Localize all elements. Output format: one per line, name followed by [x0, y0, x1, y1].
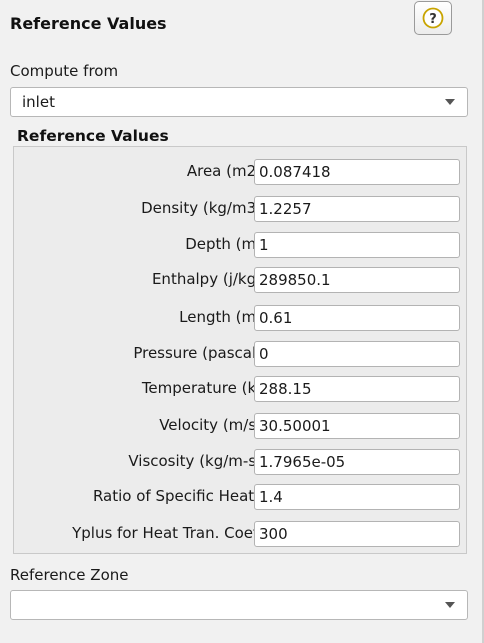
pressure-input[interactable]: [254, 341, 460, 367]
row-ratio-of-specific-heats: Ratio of Specific Heats: [14, 484, 468, 510]
length-label: Length (m): [179, 308, 262, 326]
depth-input[interactable]: [254, 232, 460, 258]
temperature-label: Temperature (k): [141, 379, 262, 397]
ratio-of-specific-heats-label: Ratio of Specific Heats: [92, 487, 262, 505]
row-velocity: Velocity (m/s): [14, 413, 468, 439]
chevron-down-icon: [445, 99, 455, 105]
yplus-label: Yplus for Heat Tran. Coef.: [72, 524, 262, 542]
density-input[interactable]: [254, 196, 460, 222]
length-input[interactable]: [254, 305, 460, 331]
enthalpy-label: Enthalpy (j/kg): [151, 270, 262, 288]
row-depth: Depth (m): [14, 232, 468, 258]
area-input[interactable]: [254, 159, 460, 185]
panel-title: Reference Values: [10, 14, 167, 33]
row-length: Length (m): [14, 305, 468, 331]
compute-from-dropdown[interactable]: inlet: [10, 87, 468, 117]
velocity-label: Velocity (m/s): [159, 416, 262, 434]
row-density: Density (kg/m3): [14, 196, 468, 222]
compute-from-label: Compute from: [10, 62, 119, 80]
row-temperature: Temperature (k): [14, 376, 468, 402]
row-enthalpy: Enthalpy (j/kg): [14, 267, 468, 293]
reference-zone-dropdown[interactable]: [10, 590, 468, 620]
depth-label: Depth (m): [185, 235, 262, 253]
compute-from-value: inlet: [22, 93, 55, 111]
help-button[interactable]: ?: [414, 1, 452, 35]
panel-header: Reference Values ?: [10, 0, 470, 44]
row-yplus: Yplus for Heat Tran. Coef.: [14, 521, 468, 547]
help-icon: ?: [422, 7, 444, 29]
viscosity-label: Viscosity (kg/m-s): [128, 452, 262, 470]
reference-values-group-title: Reference Values: [17, 127, 169, 145]
svg-text:?: ?: [429, 12, 437, 27]
reference-zone-label: Reference Zone: [10, 566, 129, 584]
velocity-input[interactable]: [254, 413, 460, 439]
row-area: Area (m2): [14, 159, 468, 185]
row-viscosity: Viscosity (kg/m-s): [14, 449, 468, 475]
temperature-input[interactable]: [254, 376, 460, 402]
area-label: Area (m2): [186, 162, 262, 180]
ratio-of-specific-heats-input[interactable]: [254, 484, 460, 510]
enthalpy-input[interactable]: [254, 267, 460, 293]
yplus-input[interactable]: [254, 521, 460, 547]
viscosity-input[interactable]: [254, 449, 460, 475]
density-label: Density (kg/m3): [141, 199, 262, 217]
reference-values-group: Area (m2) Density (kg/m3) Depth (m) Enth…: [13, 146, 467, 554]
pressure-label: Pressure (pascal): [133, 344, 262, 362]
row-pressure: Pressure (pascal): [14, 341, 468, 367]
chevron-down-icon: [445, 602, 455, 608]
